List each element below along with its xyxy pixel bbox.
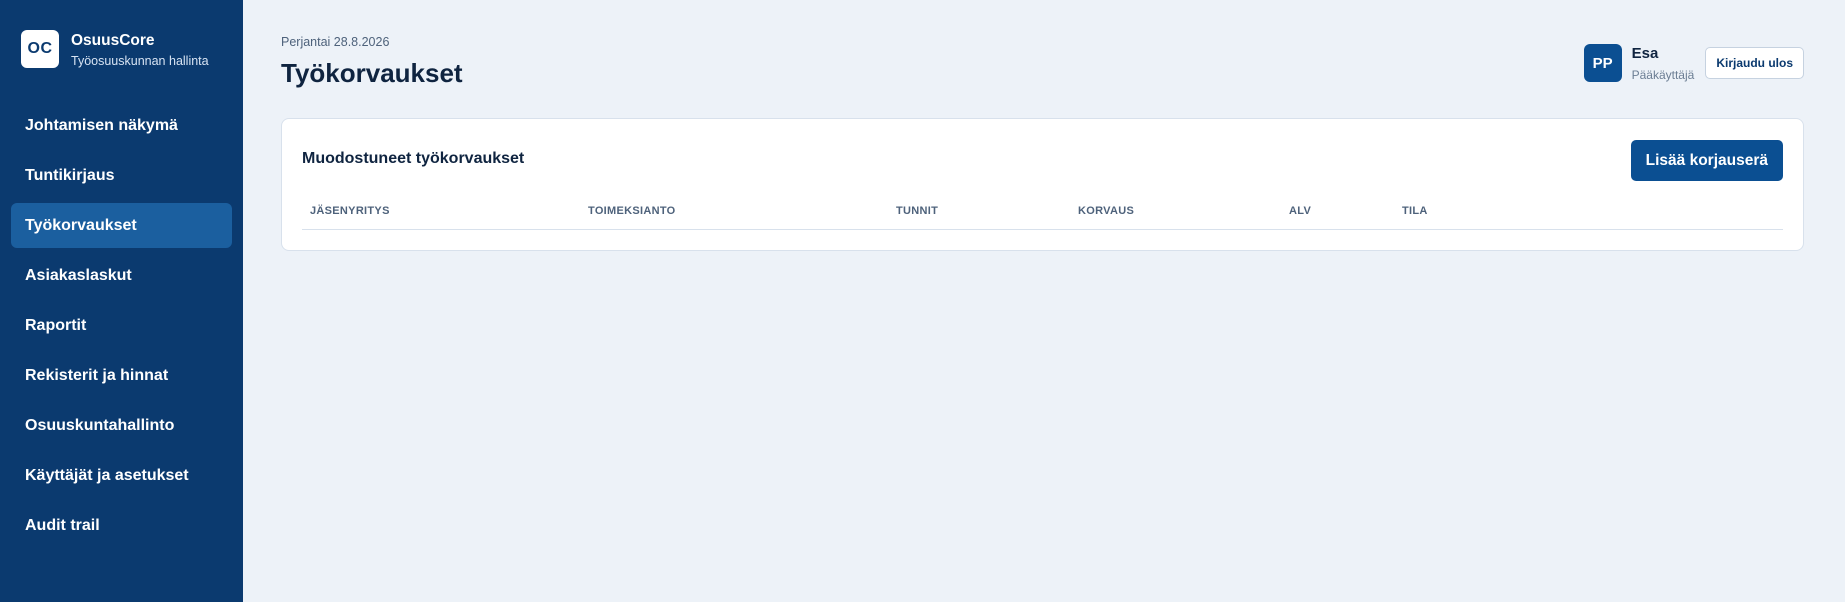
user-info: Esa Pääkäyttäjä xyxy=(1632,45,1695,82)
sidebar: OC OsuusCore Työosuuskunnan hallinta Joh… xyxy=(0,0,243,602)
sidebar-item-rekisterit-ja-hinnat[interactable]: Rekisterit ja hinnat xyxy=(11,353,232,398)
card-header: Muodostuneet työkorvaukset Lisää korjaus… xyxy=(302,119,1783,205)
sidebar-item-asiakaslaskut[interactable]: Asiakaslaskut xyxy=(11,253,232,298)
column-header-jasenyritys[interactable]: JÄSENYRITYS xyxy=(302,205,580,230)
sidebar-nav: Johtamisen näkymä Tuntikirjaus Työkorvau… xyxy=(11,103,232,548)
topbar: Perjantai 28.8.2026 Työkorvaukset PP Esa… xyxy=(281,0,1804,118)
card-title: Muodostuneet työkorvaukset xyxy=(302,150,525,167)
sidebar-item-osuuskuntahallinto[interactable]: Osuuskuntahallinto xyxy=(11,403,232,448)
brand-subtitle: Työosuuskunnan hallinta xyxy=(71,54,209,68)
user-area: PP Esa Pääkäyttäjä Kirjaudu ulos xyxy=(1583,44,1804,82)
brand-text: OsuusCore Työosuuskunnan hallinta xyxy=(71,30,209,70)
add-correction-batch-button[interactable]: Lisää korjauserä xyxy=(1630,140,1783,181)
compensations-table: JÄSENYRITYS TOIMEKSIANTO TUNNIT KORVAUS … xyxy=(302,205,1783,230)
sidebar-item-kayttajat-ja-asetukset[interactable]: Käyttäjät ja asetukset xyxy=(11,453,232,498)
user-role: Pääkäyttäjä xyxy=(1631,67,1695,82)
column-header-toimeksianto[interactable]: TOIMEKSIANTO xyxy=(580,205,888,230)
brand: OC OsuusCore Työosuuskunnan hallinta xyxy=(11,0,232,100)
sidebar-item-tuntikirjaus[interactable]: Tuntikirjaus xyxy=(11,153,232,198)
sidebar-item-tyokorvaukset[interactable]: Työkorvaukset xyxy=(11,203,232,248)
compensations-card: Muodostuneet työkorvaukset Lisää korjaus… xyxy=(281,118,1804,251)
main-content: Perjantai 28.8.2026 Työkorvaukset PP Esa… xyxy=(243,0,1845,602)
column-header-tunnit[interactable]: TUNNIT xyxy=(888,205,1070,230)
table-header-row: JÄSENYRITYS TOIMEKSIANTO TUNNIT KORVAUS … xyxy=(302,205,1783,230)
logout-button[interactable]: Kirjaudu ulos xyxy=(1705,47,1804,79)
user-name: Esa xyxy=(1631,44,1659,62)
sidebar-item-raportit[interactable]: Raportit xyxy=(11,303,232,348)
brand-name: OsuusCore xyxy=(71,32,155,49)
column-header-korvaus[interactable]: KORVAUS xyxy=(1070,205,1281,230)
column-header-tila[interactable]: TILA xyxy=(1394,205,1783,230)
avatar: PP xyxy=(1583,44,1622,82)
current-date: Perjantai 28.8.2026 xyxy=(281,35,390,49)
page-title: Työkorvaukset xyxy=(281,58,463,88)
sidebar-item-audit-trail[interactable]: Audit trail xyxy=(11,503,232,548)
column-header-alv[interactable]: ALV xyxy=(1281,205,1394,230)
app-root: OC OsuusCore Työosuuskunnan hallinta Joh… xyxy=(0,0,1845,602)
sidebar-item-johtamisen-nakyma[interactable]: Johtamisen näkymä xyxy=(11,103,232,148)
brand-logo: OC xyxy=(21,30,59,68)
